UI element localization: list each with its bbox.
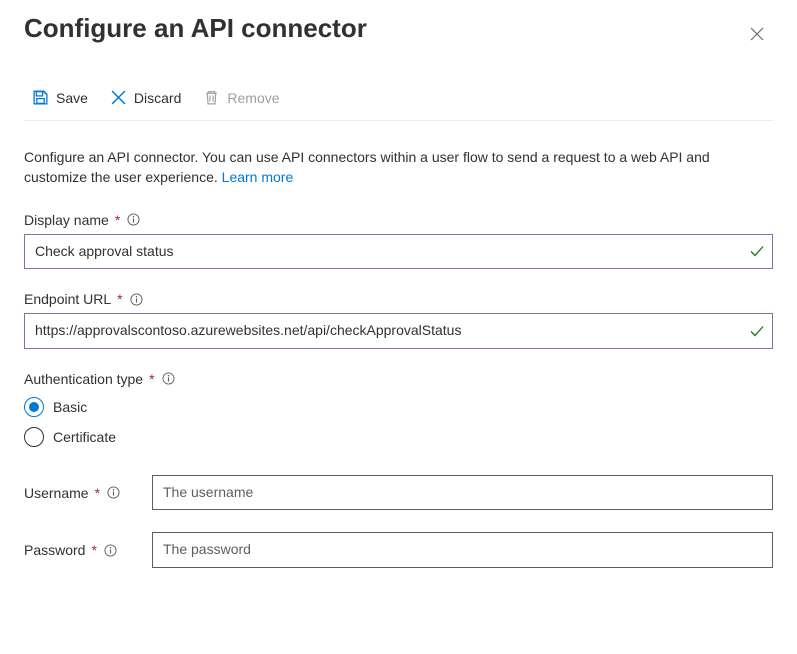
learn-more-link[interactable]: Learn more [222, 169, 294, 185]
username-input[interactable] [152, 475, 773, 511]
checkmark-icon [749, 323, 765, 339]
discard-label: Discard [134, 90, 181, 106]
close-icon [749, 26, 765, 45]
required-asterisk: * [95, 485, 100, 501]
display-name-field: Display name * [24, 212, 773, 270]
discard-icon [110, 89, 127, 106]
endpoint-url-label: Endpoint URL * [24, 291, 773, 307]
panel-header: Configure an API connector [24, 12, 773, 73]
close-button[interactable] [741, 18, 773, 53]
display-name-label: Display name * [24, 212, 773, 228]
remove-button: Remove [195, 85, 287, 110]
required-asterisk: * [115, 212, 120, 228]
info-icon[interactable] [127, 213, 140, 226]
auth-type-basic-option[interactable]: Basic [24, 397, 773, 417]
info-icon[interactable] [104, 544, 117, 557]
auth-type-basic-label: Basic [53, 399, 87, 415]
trash-icon [203, 89, 220, 106]
configure-api-connector-panel: Configure an API connector Save Discard … [0, 0, 797, 592]
checkmark-icon [749, 243, 765, 259]
required-asterisk: * [149, 371, 154, 387]
endpoint-url-field: Endpoint URL * [24, 291, 773, 349]
auth-type-radio-group: Basic Certificate [24, 397, 773, 447]
page-title: Configure an API connector [24, 12, 367, 46]
remove-label: Remove [227, 90, 279, 106]
endpoint-url-input[interactable] [24, 313, 773, 349]
password-label: Password * [24, 542, 136, 558]
radio-selected-icon [24, 397, 44, 417]
info-icon[interactable] [162, 372, 175, 385]
info-icon[interactable] [107, 486, 120, 499]
info-icon[interactable] [130, 293, 143, 306]
password-field: Password * [24, 532, 773, 568]
toolbar: Save Discard Remove [24, 73, 773, 121]
save-label: Save [56, 90, 88, 106]
credentials-block: Username * Password * [24, 475, 773, 568]
username-field: Username * [24, 475, 773, 511]
username-label: Username * [24, 485, 136, 501]
intro-text: Configure an API connector. You can use … [24, 147, 773, 188]
required-asterisk: * [117, 291, 122, 307]
display-name-input[interactable] [24, 234, 773, 270]
auth-type-field: Authentication type * Basic Certificate [24, 371, 773, 447]
save-icon [32, 89, 49, 106]
password-input[interactable] [152, 532, 773, 568]
auth-type-label: Authentication type * [24, 371, 773, 387]
auth-type-certificate-label: Certificate [53, 429, 116, 445]
required-asterisk: * [91, 542, 96, 558]
auth-type-certificate-option[interactable]: Certificate [24, 427, 773, 447]
discard-button[interactable]: Discard [102, 85, 189, 110]
radio-unselected-icon [24, 427, 44, 447]
save-button[interactable]: Save [24, 85, 96, 110]
intro-body: Configure an API connector. You can use … [24, 149, 710, 185]
